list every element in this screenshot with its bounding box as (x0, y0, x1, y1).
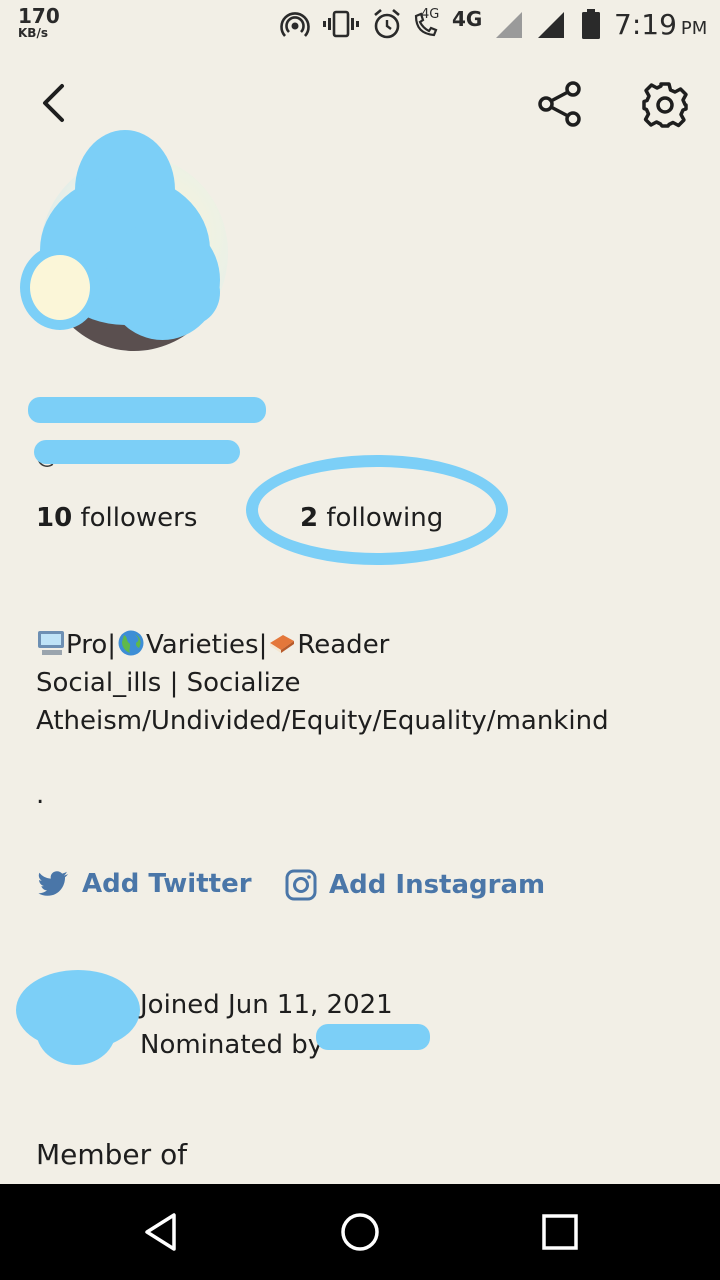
share-icon (538, 81, 581, 127)
alarm-icon (374, 9, 400, 39)
status-bar: 170 KB/s 4G 4G 7:19 PM (0, 0, 720, 52)
network-speed-unit: KB/s (18, 26, 48, 40)
vibrate-icon (323, 10, 359, 38)
add-instagram-link[interactable]: Add Instagram (285, 869, 545, 901)
highlight-circle (246, 455, 508, 565)
member-of-heading: Member of (36, 1138, 188, 1171)
system-nav-bar (0, 1184, 720, 1280)
signal-icon (496, 12, 522, 38)
gear-icon (642, 82, 688, 128)
book-emoji-icon (270, 635, 295, 653)
followers-label: followers (72, 503, 198, 533)
nominator-avatar-redaction (16, 965, 140, 1065)
bio: Pro| Varieties| Reader Social_ills | Soc… (36, 626, 609, 740)
add-twitter-label: Add Twitter (82, 869, 252, 899)
display-name-redaction (28, 397, 266, 423)
computer-emoji-icon (38, 631, 64, 655)
clock-ampm: PM (680, 18, 708, 39)
bio-line-2: Social_ills | Socialize (36, 668, 301, 698)
back-button[interactable] (30, 80, 76, 126)
nav-recents-icon[interactable] (540, 1212, 580, 1252)
bio-line-1: Pro| Varieties| Reader (36, 626, 609, 664)
followers-number: 10 (36, 503, 73, 533)
add-instagram-label: Add Instagram (329, 870, 546, 900)
add-twitter-link[interactable]: Add Twitter (38, 869, 252, 899)
network-speed: 170 KB/s (18, 6, 60, 39)
network-type: 4G (452, 7, 483, 31)
nav-home-icon[interactable] (338, 1210, 382, 1254)
clock-time: 7:19 (614, 8, 677, 41)
signal-icon (538, 12, 564, 38)
joined-date: Joined Jun 11, 2021 (140, 990, 393, 1020)
settings-button[interactable] (638, 78, 692, 132)
nav-back-icon[interactable] (140, 1210, 184, 1254)
instagram-icon (285, 869, 317, 901)
followers-count[interactable]: 10 followers (36, 503, 197, 533)
clock: 7:19 PM (614, 8, 707, 41)
bio-line-3: Atheism/Undivided/Equity/Equality/mankin… (36, 706, 609, 736)
username-redaction (34, 440, 240, 464)
network-speed-value: 170 (18, 4, 60, 28)
bio-reader: Reader (297, 630, 390, 660)
back-arrow-icon (43, 84, 64, 122)
battery-icon (582, 9, 600, 39)
bio-varieties: Varieties| (146, 630, 268, 660)
network-type-small: 4G (421, 7, 440, 22)
twitter-icon (38, 871, 68, 896)
globe-emoji-icon (118, 630, 144, 656)
share-button[interactable] (534, 78, 586, 130)
hotspot-icon (280, 12, 310, 37)
avatar-redaction (20, 130, 230, 350)
bio-pro: Pro| (66, 630, 117, 660)
nominator-name-redaction (316, 1024, 430, 1050)
bio-line-4: . (36, 780, 45, 810)
